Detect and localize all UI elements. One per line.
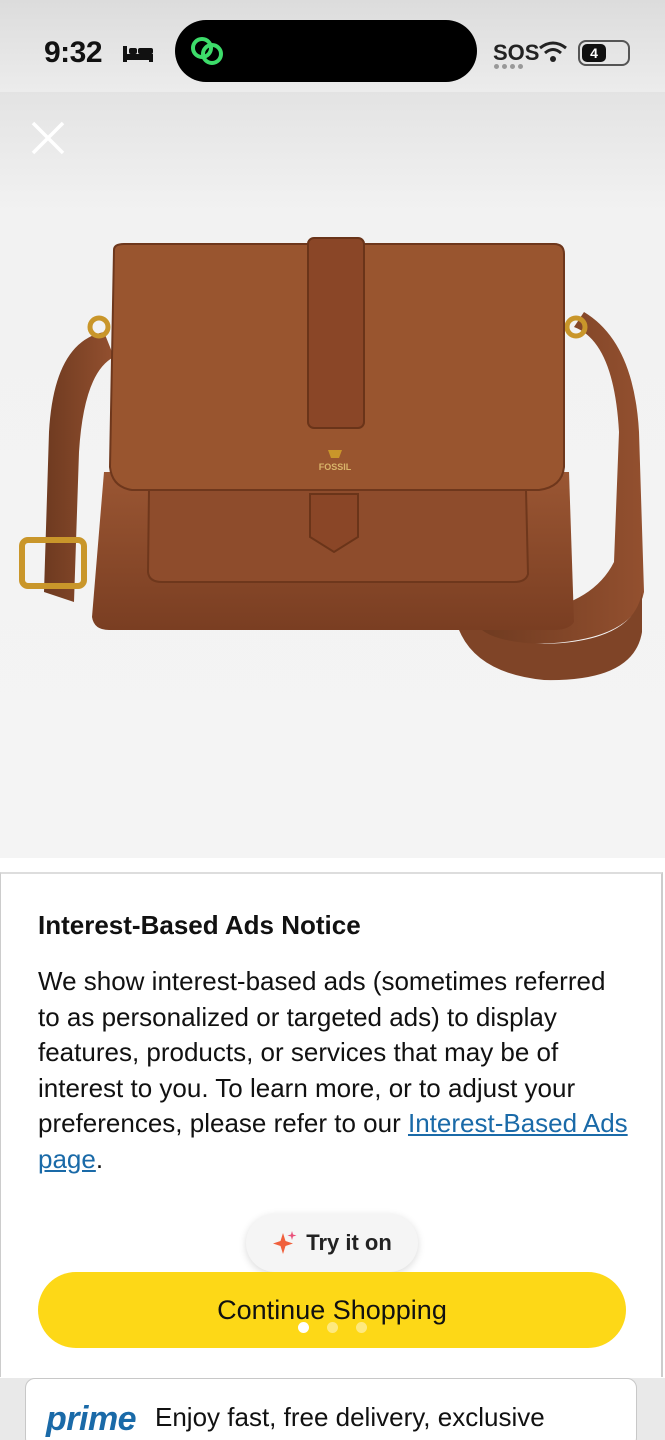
signal-icon	[494, 64, 523, 69]
carousel-dot	[356, 1322, 367, 1333]
continue-shopping-button[interactable]: Continue Shopping	[38, 1272, 626, 1348]
sleep-focus-icon	[123, 46, 153, 62]
battery-icon: 4	[578, 40, 630, 66]
prime-logo: prime	[46, 1400, 137, 1438]
try-it-on-button[interactable]: Try it on	[246, 1214, 418, 1272]
battery-level: 4	[582, 44, 606, 62]
carousel-dot-active	[298, 1322, 309, 1333]
prime-banner-text: Enjoy fast, free delivery, exclusive	[155, 1402, 545, 1432]
notice-body-suffix: .	[95, 1143, 104, 1174]
chain-link-app-icon	[191, 37, 223, 65]
sparkle-icon	[273, 1231, 297, 1254]
notice-body: We show interest-based ads (sometimes re…	[38, 964, 628, 1177]
close-icon[interactable]	[28, 118, 68, 158]
product-image-crossbody-bag: FOSSIL	[19, 237, 644, 681]
status-time: 9:32	[44, 36, 103, 69]
notice-title: Interest-Based Ads Notice	[38, 910, 361, 940]
carousel-dot	[327, 1322, 338, 1333]
carousel-indicator	[298, 1322, 367, 1333]
try-it-on-label: Try it on	[306, 1230, 392, 1255]
dynamic-island	[175, 20, 477, 82]
brand-mark: FOSSIL	[319, 462, 352, 472]
wifi-icon	[539, 41, 567, 62]
carrier-label: SOS	[493, 40, 540, 65]
